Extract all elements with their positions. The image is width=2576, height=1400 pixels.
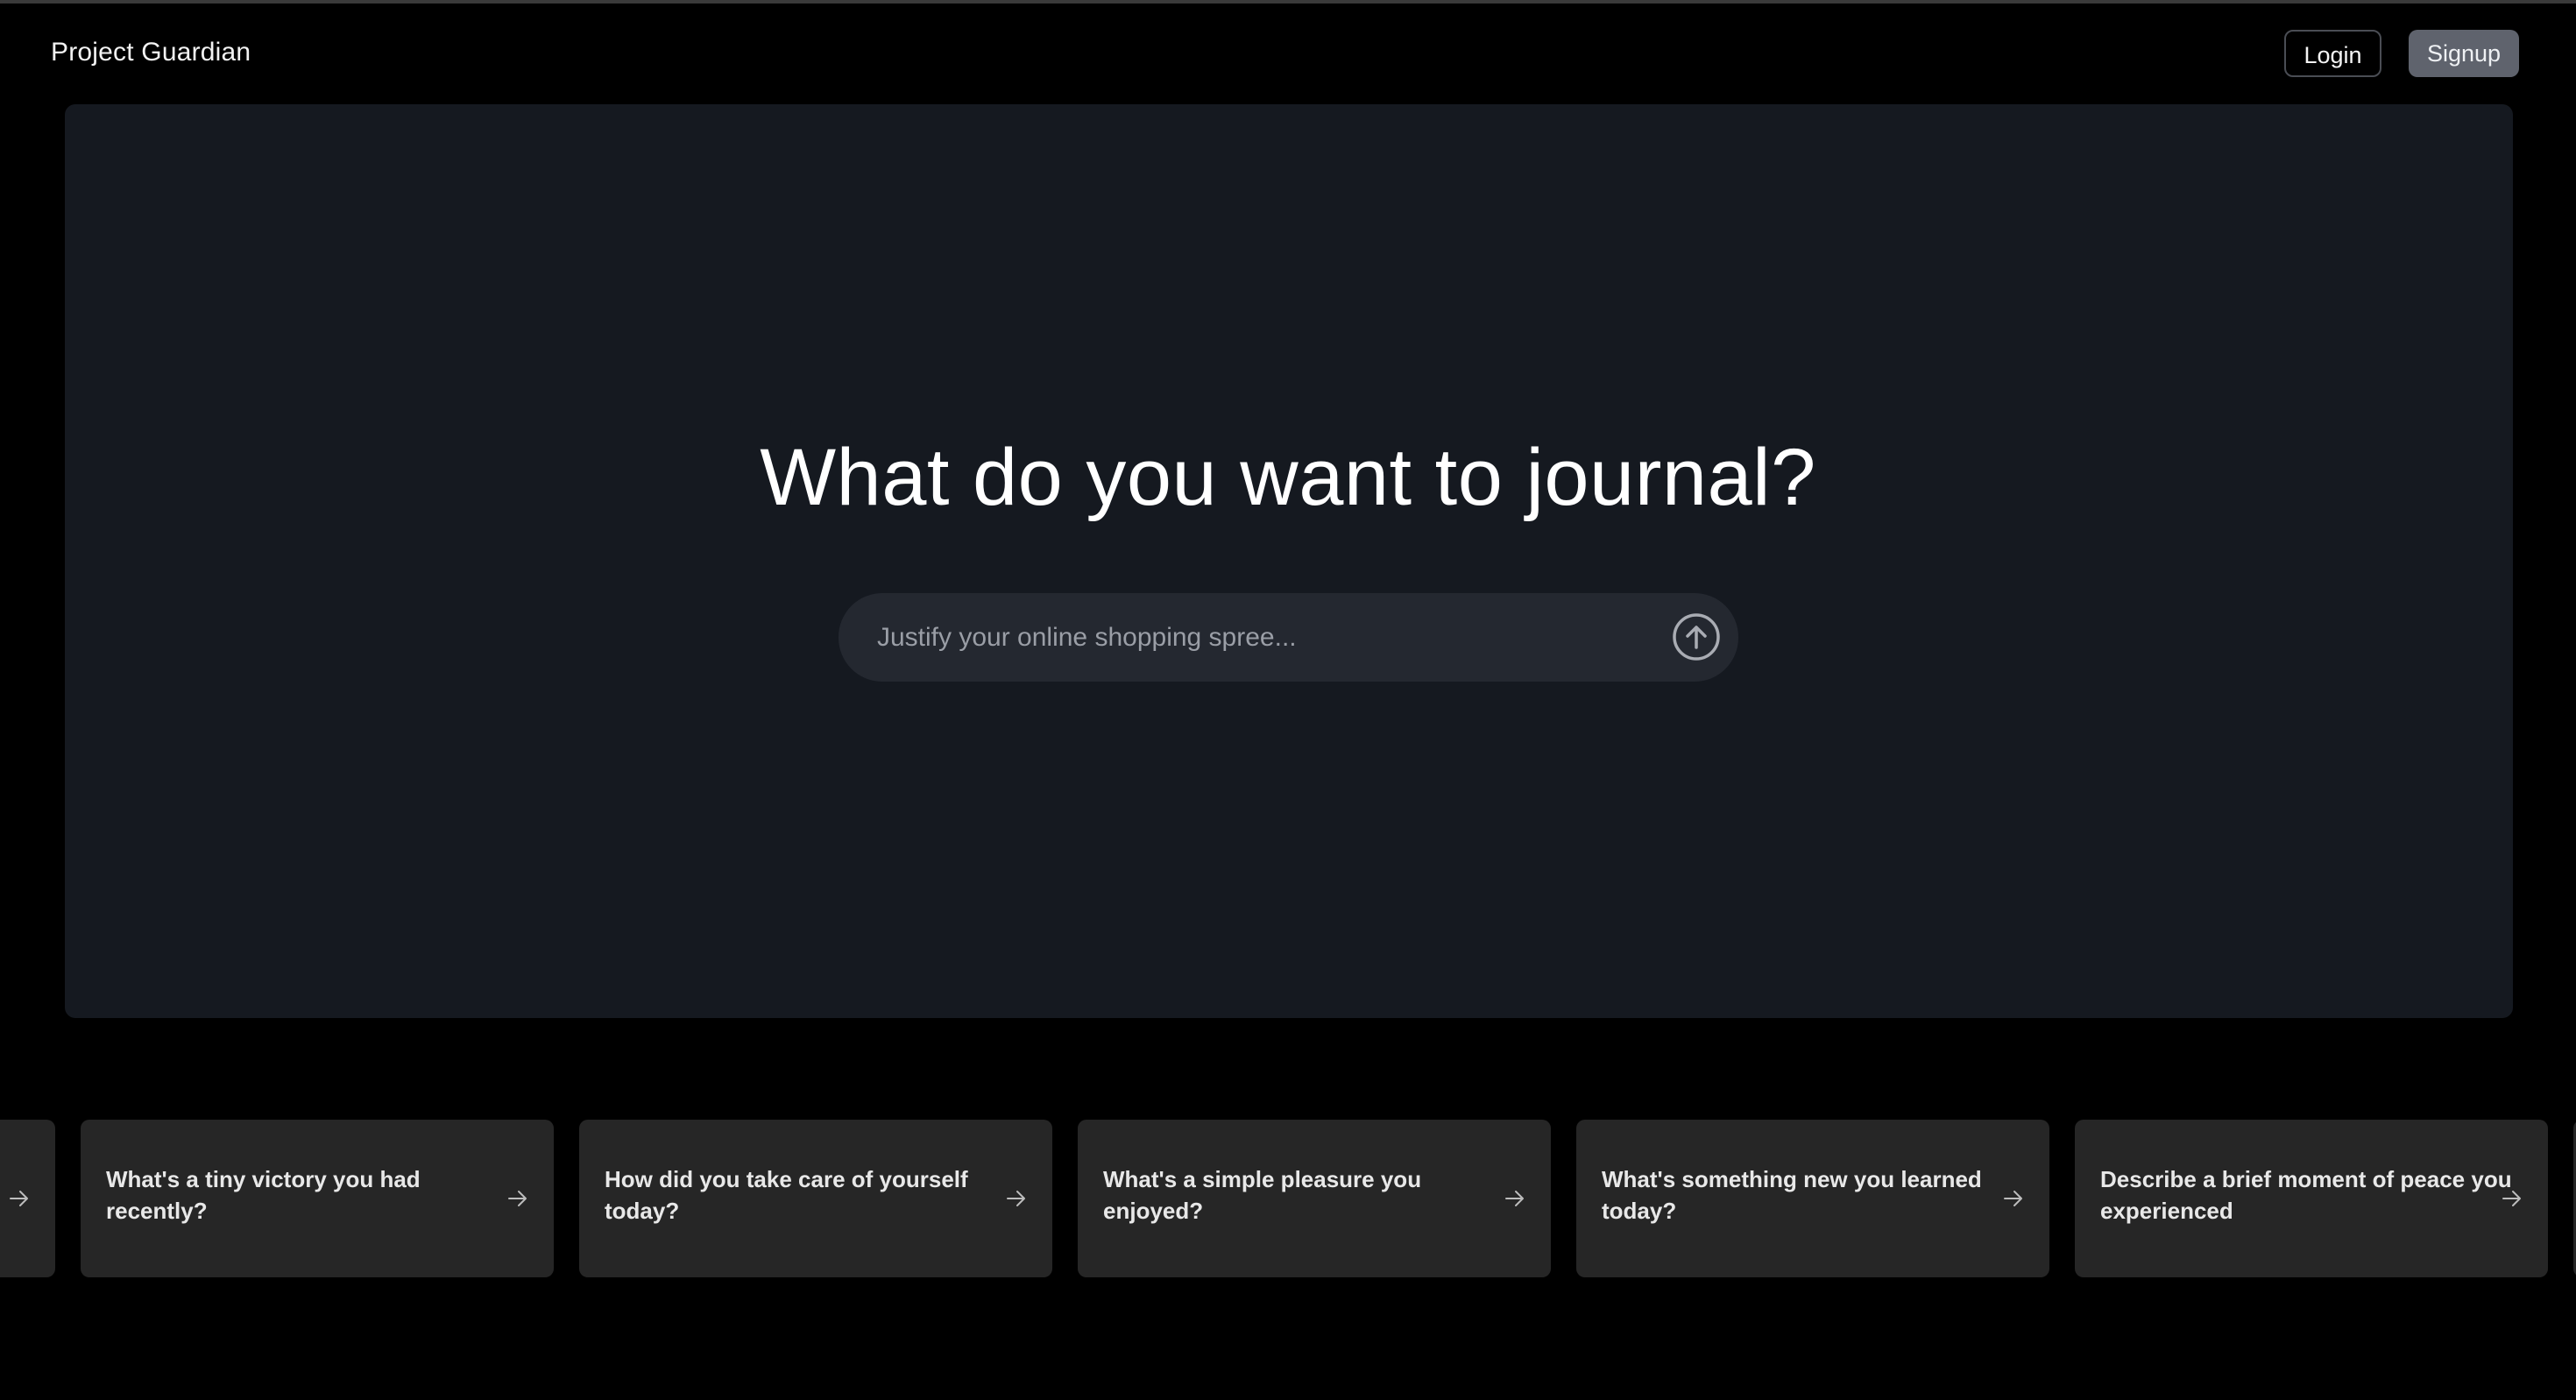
prompt-card-text: Describe a brief moment of peace you exp… xyxy=(2100,1166,2512,1224)
hero-panel xyxy=(65,104,2513,1018)
prompt-card-text: What's a simple pleasure you enjoyed? xyxy=(1103,1166,1422,1224)
signup-button[interactable]: Signup xyxy=(2409,30,2519,77)
prompt-card-text: What's a tiny victory you had recently? xyxy=(106,1166,421,1224)
arrow-right-icon xyxy=(1004,1186,1029,1211)
journal-input[interactable] xyxy=(877,593,1613,682)
prompt-card[interactable]: Describe a brief moment of peace you exp… xyxy=(2075,1120,2548,1277)
prompt-card[interactable]: What's something new you learned today? xyxy=(1576,1120,2049,1277)
arrow-right-icon xyxy=(1503,1186,1527,1211)
prompt-card[interactable]: What's a simple pleasure you enjoyed? xyxy=(1078,1120,1551,1277)
arrow-right-icon xyxy=(506,1186,530,1211)
top-nav: Project Guardian Login Signup xyxy=(0,4,2576,102)
arrow-up-circle-icon xyxy=(1673,613,1720,661)
submit-button[interactable] xyxy=(1671,612,1722,662)
prompt-card-text: What's something new you learned today? xyxy=(1602,1166,1982,1224)
login-button[interactable]: Login xyxy=(2284,30,2381,77)
hero-title: What do you want to journal? xyxy=(760,433,1816,522)
prompt-card[interactable]: How did you take care of yourself today? xyxy=(579,1120,1052,1277)
prompt-card[interactable]: What's a tiny victory you had recently? xyxy=(81,1120,554,1277)
arrow-right-icon xyxy=(2500,1186,2524,1211)
brand-name[interactable]: Project Guardian xyxy=(51,35,251,70)
journal-prompt-bar xyxy=(839,593,1738,682)
prompt-card-text: How did you take care of yourself today? xyxy=(605,1166,968,1224)
arrow-right-icon xyxy=(7,1186,32,1211)
prompt-card[interactable] xyxy=(0,1120,55,1277)
prompt-carousel: What's a tiny victory you had recently? … xyxy=(0,1120,2576,1277)
arrow-right-icon xyxy=(2001,1186,2026,1211)
